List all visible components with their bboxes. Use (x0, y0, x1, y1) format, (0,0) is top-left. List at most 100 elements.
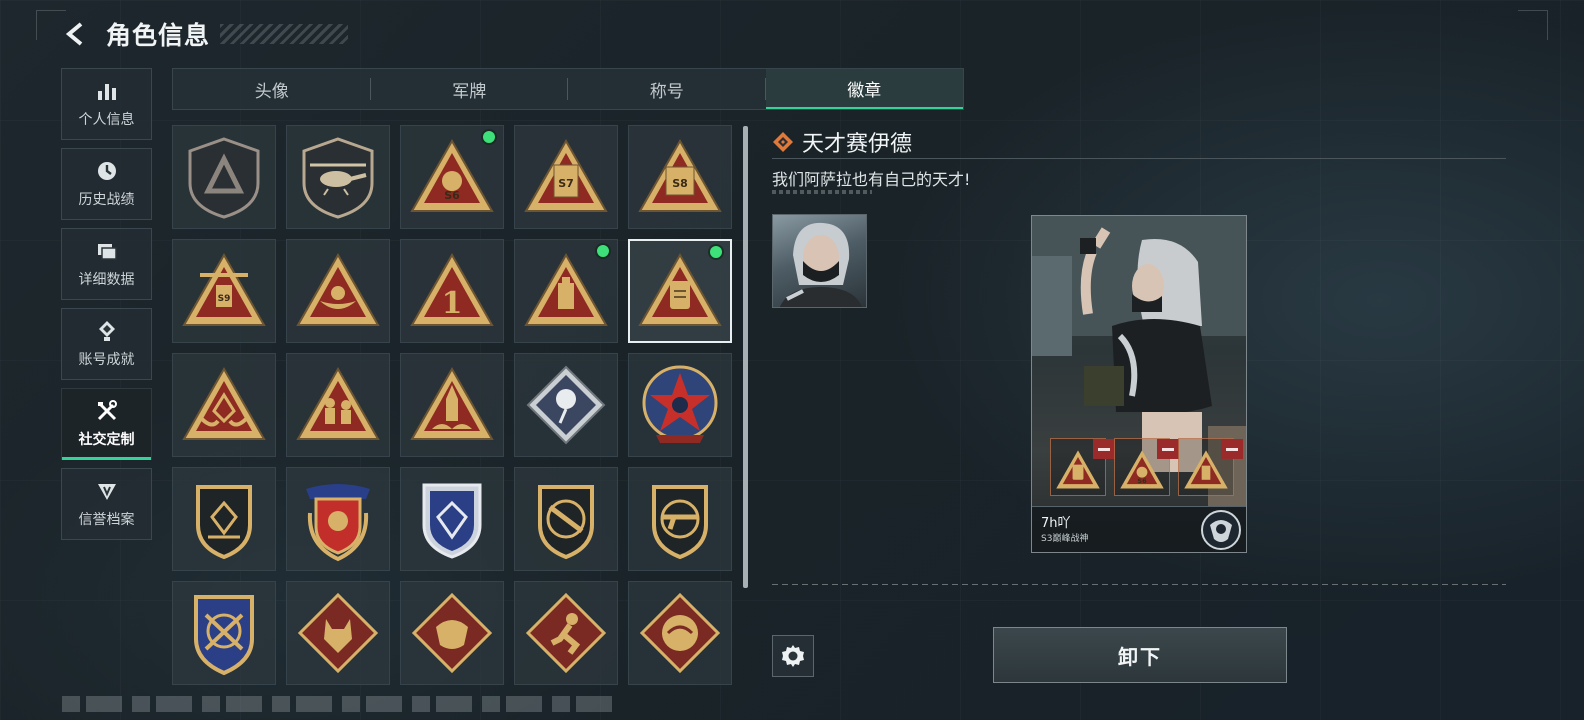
triangle-hands-badge-icon (182, 366, 266, 440)
minus-icon (1098, 447, 1110, 451)
serpent-diamond-badge-icon (639, 592, 721, 674)
history-clock-icon (97, 162, 116, 180)
badge-cell[interactable]: S6 (400, 125, 504, 229)
badge-cell[interactable] (172, 467, 276, 571)
badge-cell[interactable] (514, 581, 618, 685)
badge-slot[interactable] (1178, 438, 1243, 496)
character-portrait-icon (779, 222, 863, 307)
badge-cell[interactable] (514, 467, 618, 571)
reputation-icon (97, 484, 116, 500)
sidebar-item-profile[interactable]: 个人信息 (61, 68, 152, 140)
badge-cell[interactable] (286, 353, 390, 457)
badge-cell[interactable] (172, 125, 276, 229)
sidebar-item-history[interactable]: 历史战绩 (61, 148, 152, 220)
wolf-diamond-badge-icon (297, 592, 379, 674)
badge-cell-selected[interactable] (628, 239, 732, 343)
triangle-soldiers-badge-icon (296, 366, 380, 440)
badge-description: 我们阿萨拉也有自己的天才! (772, 170, 971, 189)
minus-icon (1162, 447, 1174, 451)
sidebar-item-reputation[interactable]: 信誉档案 (61, 468, 152, 540)
new-indicator-dot (710, 246, 722, 258)
sidebar-item-label: 账号成就 (78, 352, 135, 368)
blurred-footer-text (62, 696, 622, 712)
badge-cell[interactable]: 1 (400, 239, 504, 343)
badge-cell[interactable] (400, 581, 504, 685)
dragon-diamond-badge-icon (411, 592, 493, 674)
rose-diamond-badge-icon (526, 365, 606, 445)
header: 角色信息 (60, 14, 349, 54)
avatar (772, 214, 867, 308)
badge-cell[interactable] (286, 581, 390, 685)
dashed-divider (772, 584, 1506, 585)
crossed-swords-shield-badge-icon (194, 595, 254, 676)
badge-mark: S8 (672, 177, 688, 190)
triangle-wreath-badge-icon (296, 252, 380, 326)
triangle-rocket-badge-icon (410, 366, 494, 440)
badge-mark: 1 (442, 286, 463, 321)
badge-cell[interactable] (172, 353, 276, 457)
remove-badge-button[interactable] (1221, 439, 1243, 459)
badge-cell[interactable]: S8 (628, 125, 732, 229)
badge-cell[interactable] (286, 239, 390, 343)
triangle-number-badge-icon: 1 (410, 252, 494, 326)
badge-cell[interactable] (628, 467, 732, 571)
remove-badge-button[interactable] (1157, 439, 1179, 459)
folder-icon (97, 244, 117, 260)
tab-title[interactable]: 称号 (568, 69, 766, 109)
new-indicator-dot (597, 245, 609, 257)
back-arrow-icon (65, 22, 83, 46)
sidebar-item-achievements[interactable]: 账号成就 (61, 308, 152, 380)
badge-list-scrollbar[interactable] (743, 126, 748, 588)
remove-badge-button[interactable] (1093, 439, 1115, 459)
helicopter-badge-icon (302, 137, 374, 219)
badge-cell[interactable] (514, 239, 618, 343)
runner-diamond-badge-icon (525, 592, 607, 674)
triangle-s8-badge-icon: S8 (638, 138, 722, 212)
sidebar-item-details[interactable]: 详细数据 (61, 228, 152, 300)
triangle-mask-badge-icon (638, 252, 722, 326)
tab-dog-tag[interactable]: 军牌 (371, 69, 569, 109)
badge-cell[interactable] (400, 353, 504, 457)
badge-mark: S9 (218, 294, 231, 304)
settings-button[interactable] (772, 635, 814, 677)
card-footer: 7h吖 S3巅峰战神 (1032, 506, 1246, 552)
back-button[interactable] (60, 18, 92, 50)
badge-grid: S6 S7 S8 S9 1 (172, 125, 734, 685)
badge-cell[interactable] (286, 467, 390, 571)
badge-mark: S7 (558, 177, 574, 190)
new-indicator-dot (483, 131, 495, 143)
divider (772, 158, 1506, 159)
description-decoration (772, 190, 872, 194)
minus-icon (1226, 447, 1238, 451)
badge-cell[interactable] (628, 353, 732, 457)
sidebar-item-label: 详细数据 (78, 272, 135, 288)
sidebar-item-label: 信誉档案 (78, 512, 135, 528)
unequip-button[interactable]: 卸下 (993, 627, 1287, 683)
tab-avatar[interactable]: 头像 (173, 69, 371, 109)
badge-cell[interactable] (514, 353, 618, 457)
badge-cell[interactable] (628, 581, 732, 685)
badge-cell[interactable] (172, 581, 276, 685)
sidebar-item-label: 社交定制 (78, 432, 135, 448)
triangle-s9-badge-icon: S9 (182, 252, 266, 326)
gear-icon (782, 645, 804, 667)
player-name: 7h吖 (1041, 516, 1071, 531)
sidebar-item-label: 历史战绩 (78, 192, 135, 208)
achievement-icon (98, 321, 115, 341)
tools-icon (97, 400, 117, 421)
badge-slot[interactable]: S6 (1114, 438, 1179, 496)
sidebar-item-social-custom[interactable]: 社交定制 (61, 388, 152, 460)
laurel-shield-badge-icon (306, 484, 370, 562)
tab-badge[interactable]: 徽章 (765, 69, 963, 109)
badge-cell[interactable] (286, 125, 390, 229)
bar-chart-icon (97, 84, 116, 100)
triangle-s6-badge-icon: S6 (410, 138, 494, 212)
title-decoration (220, 24, 349, 44)
badge-cell[interactable] (400, 467, 504, 571)
badge-mark: S6 (444, 189, 460, 202)
corner-mark (1518, 10, 1548, 40)
badge-cell[interactable]: S7 (514, 125, 618, 229)
badge-slot[interactable] (1050, 438, 1115, 496)
shield-emblem-badge-icon (196, 485, 252, 560)
badge-cell[interactable]: S9 (172, 239, 276, 343)
